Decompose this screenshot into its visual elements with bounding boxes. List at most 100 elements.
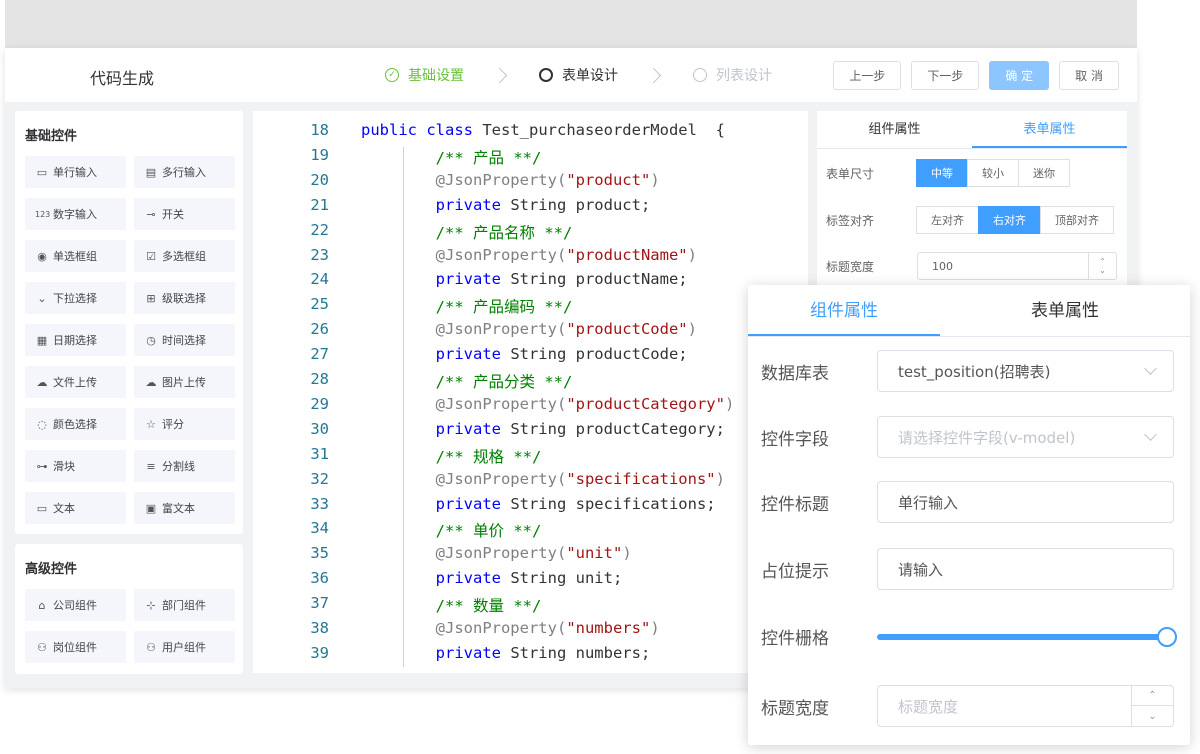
slider-handle[interactable] xyxy=(1157,626,1177,647)
control-item[interactable]: ≡ 分割线 xyxy=(134,450,235,482)
step-list-design[interactable]: 列表设计 xyxy=(693,65,772,85)
chevron-up-icon[interactable]: ⌃ xyxy=(1132,686,1173,706)
control-item[interactable]: ◷ 时间选择 xyxy=(134,324,235,356)
wizard-steps: ✓ 基础设置 表单设计 列表设计 xyxy=(385,48,772,102)
step-basic-settings[interactable]: ✓ 基础设置 xyxy=(385,65,464,85)
control-item[interactable]: ◉ 单选框组 xyxy=(25,240,126,272)
rich-text-icon: ▣ xyxy=(145,501,157,515)
code-token: private xyxy=(435,195,511,214)
control-item-label: 单行输入 xyxy=(53,166,97,179)
line-number: 29 xyxy=(310,394,329,413)
cancel-button[interactable]: 取 消 xyxy=(1059,61,1119,90)
tab-form-properties[interactable]: 表单属性 xyxy=(972,111,1127,148)
control-item[interactable]: ⚇ 用户组件 xyxy=(134,631,235,663)
tab-component-properties[interactable]: 组件属性 xyxy=(748,285,940,336)
chevron-down-icon[interactable]: ⌄ xyxy=(1132,706,1173,726)
control-item-label: 图片上传 xyxy=(162,376,206,389)
code-token: private xyxy=(435,345,511,364)
code-token: String product; xyxy=(510,195,651,214)
control-item[interactable]: ◌ 颜色选择 xyxy=(25,408,126,440)
department-icon: ⊹ xyxy=(146,598,156,612)
code-editor[interactable]: 18 public class Test_purchaseorderModel {… xyxy=(253,111,808,673)
code-token: @JsonProperty( xyxy=(435,170,567,189)
control-item[interactable]: ☆ 评分 xyxy=(134,408,235,440)
title-row: 控件标题 单行输入 xyxy=(761,481,1174,523)
label-align-row: 标签对齐 左对齐 右对齐 顶部对齐 xyxy=(826,206,1114,234)
control-item[interactable]: ☁ 图片上传 xyxy=(134,366,235,398)
control-item[interactable]: ▭ 文本 xyxy=(25,492,126,524)
code-token: /** 产品分类 **/ xyxy=(435,373,573,391)
circle-icon xyxy=(693,68,707,82)
control-item[interactable]: ⌄ 下拉选择 xyxy=(25,282,126,314)
grid-span-slider[interactable] xyxy=(877,626,1177,647)
control-item[interactable]: ☁ 文件上传 xyxy=(25,366,126,398)
label-width-value: 100 xyxy=(932,259,953,273)
align-top-option[interactable]: 顶部对齐 xyxy=(1040,206,1114,234)
control-item[interactable]: ⊞ 级联选择 xyxy=(134,282,235,314)
placeholder-input[interactable]: 请输入 xyxy=(877,548,1174,590)
control-item[interactable]: ☑ 多选框组 xyxy=(134,240,235,272)
size-mini-option[interactable]: 迷你 xyxy=(1018,159,1070,187)
control-item[interactable]: ⊹ 部门组件 xyxy=(134,589,235,621)
control-item[interactable]: ⊸ 开关 xyxy=(134,198,235,230)
position-icon: ⚇ xyxy=(37,640,47,654)
code-token: "productName" xyxy=(566,245,688,264)
code-text: @JsonProperty("productCategory") xyxy=(361,394,735,413)
control-item[interactable]: ⊶ 滑块 xyxy=(25,450,126,482)
chevron-up-icon[interactable]: ⌃ xyxy=(1099,257,1106,266)
number-stepper[interactable]: ⌃ ⌄ xyxy=(1131,686,1173,726)
prev-step-button[interactable]: 上一步 xyxy=(833,61,902,90)
header: 代码生成 ✓ 基础设置 表单设计 列表设计 上一步 下一步 确 定 取 消 xyxy=(5,48,1137,102)
field-select[interactable]: 请选择控件字段(v-model) xyxy=(877,416,1174,458)
form-size-label: 表单尺寸 xyxy=(826,166,875,181)
line-number: 26 xyxy=(310,320,329,339)
tab-component-properties[interactable]: 组件属性 xyxy=(817,111,972,148)
code-token: "productCategory" xyxy=(566,394,725,413)
db-table-select[interactable]: test_position(招聘表) xyxy=(877,350,1174,392)
step-form-design[interactable]: 表单设计 xyxy=(539,65,618,85)
label-width-input[interactable]: 100 ⌃ ⌄ xyxy=(917,252,1117,280)
title-width-input[interactable]: 标题宽度 ⌃ ⌄ xyxy=(877,685,1174,727)
step-label: 基础设置 xyxy=(408,68,464,84)
align-right-option[interactable]: 右对齐 xyxy=(978,206,1041,234)
title-label: 控件标题 xyxy=(761,494,829,515)
control-item[interactable]: ▦ 日期选择 xyxy=(25,324,126,356)
multi-line-input-icon: ▤ xyxy=(145,165,157,179)
title-width-row: 标题宽度 标题宽度 ⌃ ⌄ xyxy=(761,685,1174,727)
field-row: 控件字段 请选择控件字段(v-model) xyxy=(761,416,1174,458)
control-item[interactable]: ▣ 富文本 xyxy=(134,492,235,524)
tab-form-properties[interactable]: 表单属性 xyxy=(940,285,1190,336)
line-number: 37 xyxy=(310,594,329,613)
title-input[interactable]: 单行输入 xyxy=(877,481,1174,523)
confirm-button[interactable]: 确 定 xyxy=(989,61,1050,90)
control-item[interactable]: 123 数字输入 xyxy=(25,198,126,230)
code-text: @JsonProperty("numbers") xyxy=(361,619,660,637)
company-icon: ⌂ xyxy=(38,598,46,612)
control-item[interactable]: ⚇ 岗位组件 xyxy=(25,631,126,663)
control-item-label: 级联选择 xyxy=(162,292,206,305)
align-left-option[interactable]: 左对齐 xyxy=(916,206,979,234)
size-small-option[interactable]: 较小 xyxy=(967,159,1019,187)
step-label: 表单设计 xyxy=(562,68,618,84)
chevron-down-icon[interactable]: ⌄ xyxy=(1099,266,1106,275)
switch-icon: ⊸ xyxy=(146,207,156,221)
label-align-label: 标签对齐 xyxy=(826,213,875,228)
code-token: "specifications" xyxy=(566,469,716,488)
control-item[interactable]: ▤ 多行输入 xyxy=(134,156,235,188)
size-medium-option[interactable]: 中等 xyxy=(916,159,968,187)
code-token: ) xyxy=(724,394,735,413)
basic-controls-card: 基础控件 ▭ 单行输入 ▤ 多行输入 123 数字输入 ⊸ 开关 ◉ 单选框组 ☑ 多选框组 ⌄ 下拉选择… xyxy=(15,111,243,534)
code-text: private String unit; xyxy=(361,569,623,587)
control-item[interactable]: ▭ 单行输入 xyxy=(25,156,126,188)
next-step-button[interactable]: 下一步 xyxy=(911,61,980,90)
code-text: /** 产品分类 **/ xyxy=(361,370,573,392)
number-stepper[interactable]: ⌃ ⌄ xyxy=(1088,253,1116,279)
code-token: "product" xyxy=(566,170,651,189)
control-item[interactable]: ⌂ 公司组件 xyxy=(25,589,126,621)
